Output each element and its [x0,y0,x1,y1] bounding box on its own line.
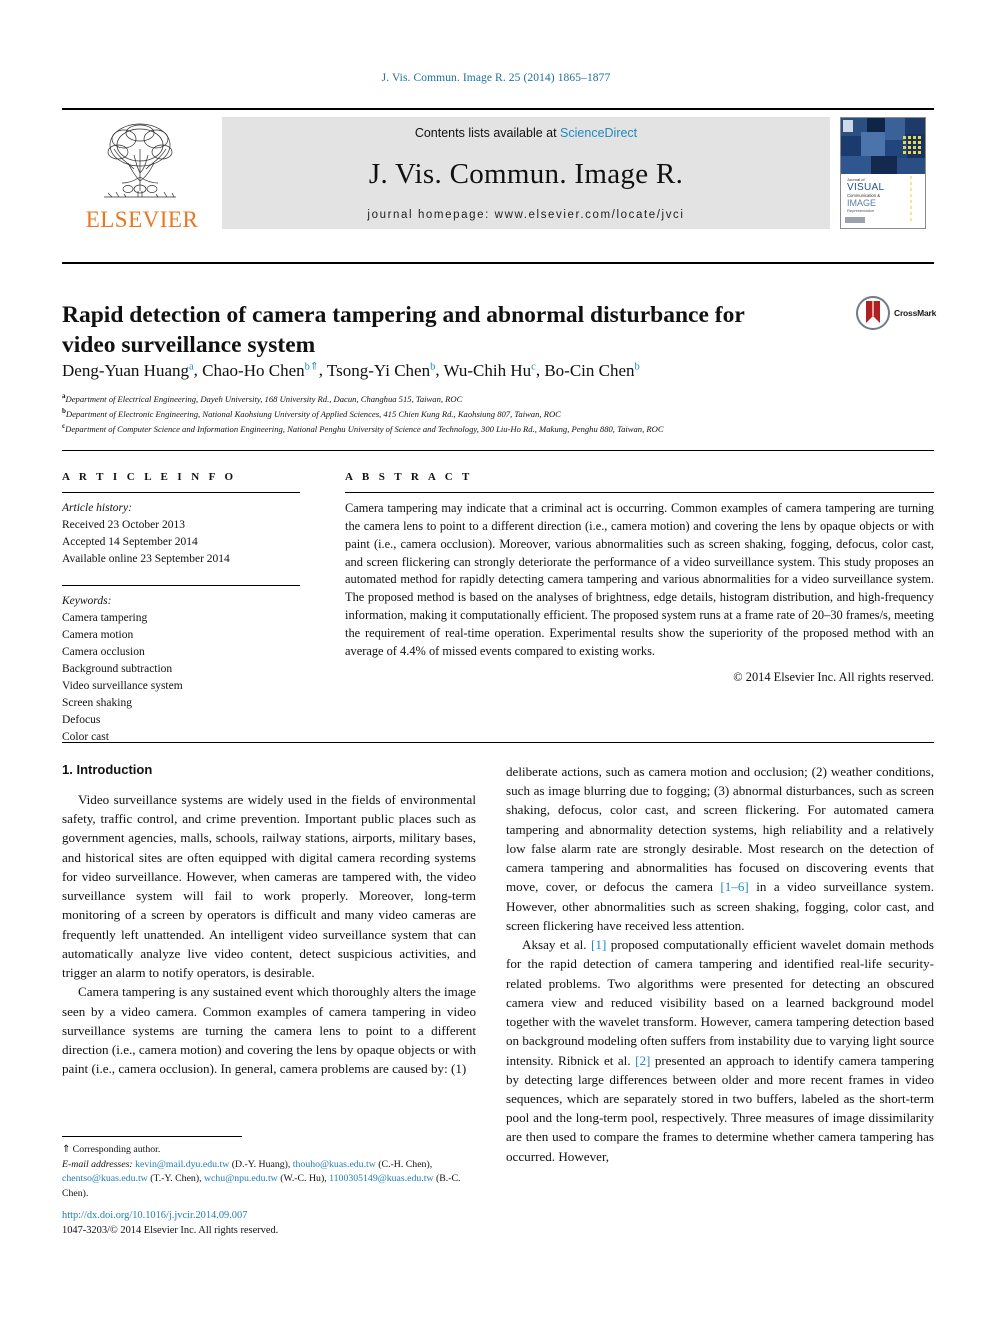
abstract-panel: A B S T R A C T Camera tampering may ind… [345,471,934,685]
email-owner: (W.-C. Hu), [277,1173,330,1185]
page-title: Rapid detection of camera tampering and … [62,301,745,358]
elsevier-wordmark: ELSEVIER [85,207,199,232]
affiliation-list: aDepartment of Electrical Engineering, D… [62,391,942,436]
keyword-item: Camera tampering [62,612,148,625]
article-info-heading: A R T I C L E I N F O [62,471,237,483]
keyword-item: Video surveillance system [62,680,183,693]
section-heading-introduction: 1. Introduction [62,762,153,777]
elsevier-logo-block: ELSEVIER [62,117,222,231]
abstract-text: Camera tampering may indicate that a cri… [345,501,934,658]
paragraph: Camera tampering is any sustained event … [62,984,476,1077]
affiliation-b: bDepartment of Electronic Engineering, N… [62,406,561,419]
history-accepted: Accepted 14 September 2014 [62,536,198,549]
paragraph-text: deliberate actions, such as camera motio… [506,764,934,895]
paragraph: deliberate actions, such as camera motio… [506,762,934,935]
body-column-left: 1. Introduction Video surveillance syste… [62,762,476,1079]
keyword-item: Camera occlusion [62,646,145,659]
contents-available-line: Contents lists available at ScienceDirec… [415,126,637,140]
contents-prefix: Contents lists available at [414,126,561,140]
corresponding-text: Corresponding author. [72,1144,161,1155]
journal-masthead: ELSEVIER Contents lists available at Sci… [62,108,934,231]
author-1: Deng-Yuan Huanga [62,360,194,380]
footnote-divider [62,1136,242,1137]
corresponding-author-note: ⇑ Corresponding author. [62,1143,476,1158]
journal-cover-image: Journal of VISUAL Communication & IMAGE … [840,117,926,229]
crossmark-label: CrossMark [894,308,937,318]
journal-cover-block: Journal of VISUAL Communication & IMAGE … [840,117,934,229]
journal-band: Contents lists available at ScienceDirec… [222,117,830,229]
email-owner: (C.-H. Chen), [375,1158,433,1170]
running-head: J. Vis. Commun. Image R. 25 (2014) 1865–… [381,72,611,84]
article-info-panel: A R T I C L E I N F O Article history: R… [62,471,300,746]
paragraph-text: presented an approach to identify camera… [506,1052,935,1164]
crossmark-badge[interactable]: CrossMark [856,292,942,334]
email-addresses-line: E-mail addresses: kevin@mail.dyu.edu.tw … [62,1158,476,1202]
author-2: Chao-Ho Chenb⇑ [202,360,319,380]
abstract-heading: A B S T R A C T [345,471,473,483]
author-4: Wu-Chih Huc [443,360,536,380]
email-owner: (T.-Y. Chen), [147,1173,204,1185]
email-link[interactable]: kevin@mail.dyu.edu.tw [135,1159,229,1170]
footer-block: http://dx.doi.org/10.1016/j.jvcir.2014.0… [62,1208,522,1238]
author-3: Tsong-Yi Chenb [326,360,436,380]
author-1-mark: a [189,361,194,372]
body-column-right: deliberate actions, such as camera motio… [506,762,934,1166]
email-owner: (D.-Y. Huang), [229,1158,293,1170]
doi-link[interactable]: http://dx.doi.org/10.1016/j.jvcir.2014.0… [62,1208,522,1223]
title-divider [62,262,934,264]
svg-text:VISUAL: VISUAL [847,182,885,193]
author-3-mark: b [430,361,436,372]
keyword-item: Camera motion [62,629,134,642]
citation-link[interactable]: [2] [635,1053,650,1068]
history-received: Received 23 October 2013 [62,519,185,532]
keywords-label: Keywords: [62,595,112,608]
journal-title: J. Vis. Commun. Image R. [368,158,684,190]
author-2-mark: b⇑ [304,361,319,372]
paragraph-text: Aksay et al. [522,937,592,953]
history-available: Available online 23 September 2014 [62,553,230,566]
abstract-copyright: © 2014 Elsevier Inc. All rights reserved… [733,669,934,684]
journal-article-page: J. Vis. Commun. Image R. 25 (2014) 1865–… [0,0,992,1323]
keyword-item: Background subtraction [62,663,173,676]
keyword-item: Defocus [62,714,101,727]
affiliation-c: cDepartment of Computer Science and Info… [62,421,664,434]
svg-text:IMAGE: IMAGE [847,198,876,208]
keywords-rule [62,585,300,587]
citation-link[interactable]: [1–6] [720,879,748,894]
article-history-label: Article history: [62,502,132,514]
paragraph: Video surveillance systems are widely us… [62,792,476,981]
paragraph: Aksay et al. [1] proposed computationall… [506,935,934,1166]
email-link[interactable]: chentso@kuas.edu.tw [62,1173,148,1184]
author-4-mark: c [531,361,536,372]
article-info-rule [62,492,300,493]
author-list: Deng-Yuan Huanga, Chao-Ho Chenb⇑, Tsong-… [62,360,640,380]
journal-homepage[interactable]: journal homepage: www.elsevier.com/locat… [367,209,684,221]
keyword-item: Color cast [62,731,109,744]
info-divider [62,450,934,451]
sciencedirect-link[interactable]: ScienceDirect [560,126,637,140]
email-addresses-label: E-mail addresses: [62,1158,136,1170]
svg-text:Representation: Representation [847,208,874,213]
elsevier-tree-icon [104,123,176,198]
citation-link[interactable]: [1] [591,937,606,952]
keyword-item: Screen shaking [62,697,132,710]
issn-copyright: 1047-3203/© 2014 Elsevier Inc. All right… [62,1225,279,1237]
abstract-rule [345,492,934,493]
author-5: Bo-Cin Chenb [544,360,640,380]
author-5-mark: b [634,361,640,372]
body-divider [62,742,934,743]
email-link[interactable]: thouho@kuas.edu.tw [293,1159,376,1170]
email-link[interactable]: 1100305149@kuas.edu.tw [329,1173,433,1184]
footnote-block: ⇑ Corresponding author. E-mail addresses… [62,1143,476,1202]
affiliation-a: aDepartment of Electrical Engineering, D… [62,392,463,404]
corresponding-mark: ⇑ [62,1144,71,1155]
cover-artwork: Journal of VISUAL Communication & IMAGE … [841,118,925,228]
crossmark-icon [856,296,890,330]
email-link[interactable]: wchu@npu.edu.tw [204,1173,278,1184]
paragraph-text: proposed computationally efficient wavel… [506,937,934,1068]
